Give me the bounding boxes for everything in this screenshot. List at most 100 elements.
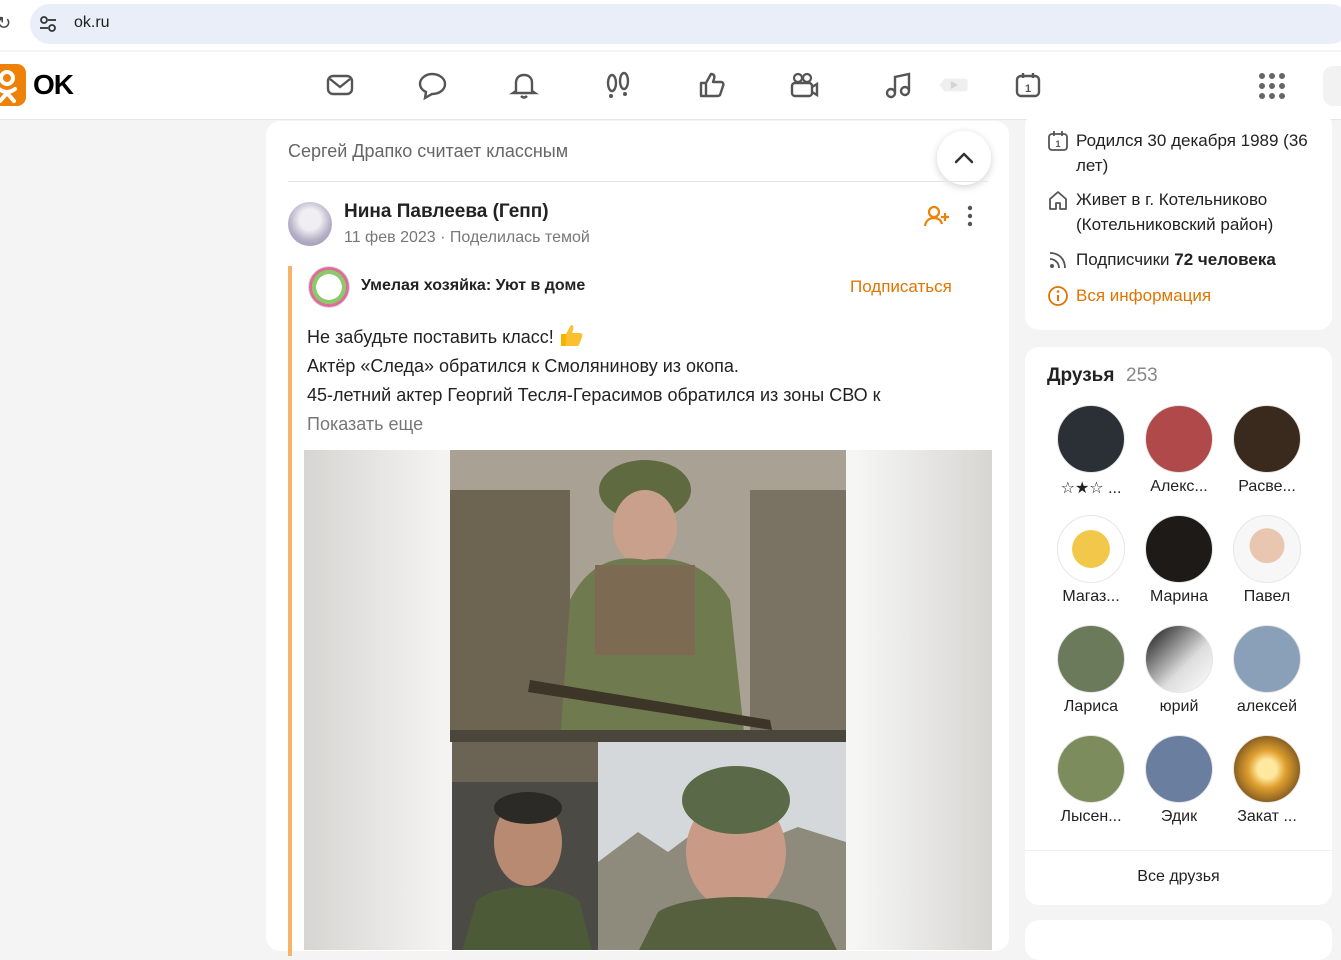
- post-photo-main[interactable]: [450, 450, 846, 742]
- svg-text:1: 1: [1055, 139, 1060, 149]
- friend-avatar[interactable]: [1145, 735, 1213, 803]
- friend-name[interactable]: алексей: [1227, 698, 1307, 716]
- friend-item[interactable]: алексей: [1227, 625, 1307, 716]
- friend-name[interactable]: юрий: [1139, 698, 1219, 716]
- friend-name[interactable]: Расве...: [1227, 478, 1307, 496]
- rss-icon: [1049, 252, 1066, 269]
- post-text-line: Не забудьте поставить класс!: [307, 322, 880, 352]
- address-bar[interactable]: ok.ru: [30, 4, 1341, 44]
- post-meta: 11 фев 2023 · Поделилась темой: [344, 229, 590, 247]
- post-text-line-1: Не забудьте поставить класс!: [307, 327, 554, 347]
- friend-avatar[interactable]: [1057, 515, 1125, 583]
- subscribers-count[interactable]: 72 человека: [1174, 250, 1276, 269]
- apps-grid-icon[interactable]: [1258, 72, 1286, 100]
- friend-item[interactable]: Алекс...: [1139, 405, 1219, 496]
- friend-item[interactable]: юрий: [1139, 625, 1219, 716]
- friend-name[interactable]: Магаз...: [1051, 588, 1131, 606]
- info-subscribers-text[interactable]: Подписчики 72 человека: [1076, 247, 1326, 272]
- post-photo-left[interactable]: [452, 742, 598, 950]
- friend-avatar[interactable]: [1233, 625, 1301, 693]
- friend-avatar[interactable]: [1057, 735, 1125, 803]
- likes-line[interactable]: Сергей Драпко считает классным: [288, 141, 568, 162]
- author-avatar[interactable]: [288, 202, 332, 246]
- friends-title[interactable]: Друзья: [1047, 365, 1114, 387]
- all-friends-link[interactable]: Все друзья: [1025, 868, 1332, 886]
- friend-avatar[interactable]: [1145, 515, 1213, 583]
- likes-icon[interactable]: [696, 69, 728, 101]
- post-photo-right[interactable]: [598, 742, 846, 950]
- friend-name[interactable]: Алекс...: [1139, 478, 1219, 496]
- collapse-button[interactable]: [937, 131, 991, 185]
- friend-name[interactable]: ☆★☆ ...: [1051, 478, 1131, 498]
- friend-avatar[interactable]: [1233, 405, 1301, 473]
- subscribers-label: Подписчики: [1076, 250, 1170, 269]
- calendar-icon: 1: [1048, 131, 1068, 151]
- friend-name[interactable]: Марина: [1139, 588, 1219, 606]
- post-text: Не забудьте поставить класс! Актёр «След…: [307, 322, 880, 410]
- reload-icon[interactable]: ↻: [0, 13, 11, 34]
- group-avatar[interactable]: [308, 266, 350, 308]
- info-icon: [1048, 286, 1068, 306]
- friend-name[interactable]: Закат ...: [1227, 808, 1307, 826]
- friend-name[interactable]: Эдик: [1139, 808, 1219, 826]
- more-vertical-icon[interactable]: [966, 205, 974, 227]
- svg-text:1: 1: [1025, 83, 1031, 95]
- video-icon[interactable]: [788, 69, 820, 101]
- divider: [288, 181, 988, 182]
- friend-name[interactable]: Павел: [1227, 588, 1307, 606]
- feed-card: Сергей Драпко считает классным Нина Павл…: [266, 121, 1009, 956]
- divider: [1025, 850, 1332, 851]
- friend-avatar[interactable]: [1233, 515, 1301, 583]
- calendar-icon[interactable]: 1: [1012, 69, 1044, 101]
- friend-item[interactable]: Лысен...: [1051, 735, 1131, 826]
- chevron-up-icon: [954, 152, 974, 164]
- shared-topic: Умелая хозяйка: Уют в доме Подписаться Н…: [288, 266, 994, 956]
- friend-item[interactable]: Эдик: [1139, 735, 1219, 826]
- friends-count[interactable]: 253: [1126, 365, 1158, 387]
- header-profile-pill[interactable]: [1323, 66, 1341, 106]
- show-more-link[interactable]: Показать еще: [307, 414, 423, 435]
- author-name[interactable]: Нина Павлеева (Гепп): [344, 201, 549, 223]
- info-birthday-text: Родился 30 декабря 1989 (36 лет): [1076, 131, 1308, 175]
- thumbs-up-emoji-icon: [560, 325, 583, 346]
- messages-icon[interactable]: [324, 69, 356, 101]
- friend-avatar[interactable]: [1057, 405, 1125, 473]
- friend-item[interactable]: Расве...: [1227, 405, 1307, 496]
- group-name[interactable]: Умелая хозяйка: Уют в доме: [361, 277, 585, 295]
- play-icon[interactable]: [938, 69, 978, 101]
- friend-avatar[interactable]: [1233, 735, 1301, 803]
- all-info-link[interactable]: Вся информация: [1076, 283, 1326, 308]
- friend-item[interactable]: Марина: [1139, 515, 1219, 606]
- friend-item[interactable]: ☆★☆ ...: [1051, 405, 1131, 498]
- friend-item[interactable]: Павел: [1227, 515, 1307, 606]
- friend-item[interactable]: Магаз...: [1051, 515, 1131, 606]
- info-city-text: Живет в г. Котельниково (Котельниковский…: [1076, 190, 1274, 234]
- guests-icon[interactable]: [602, 69, 634, 101]
- post-date[interactable]: 11 фев 2023: [344, 229, 436, 246]
- browser-toolbar: ↻ ok.ru: [0, 0, 1341, 50]
- notifications-icon[interactable]: [508, 69, 540, 101]
- friends-card: Друзья 253 ☆★☆ ... Алекс... Расве... Маг…: [1025, 347, 1332, 905]
- post-photo-collage[interactable]: [304, 450, 992, 950]
- post-text-line-2: Актёр «Следа» обратился к Смолянинову из…: [307, 356, 739, 376]
- subscribe-button[interactable]: Подписаться: [850, 277, 952, 297]
- friend-avatar[interactable]: [1145, 625, 1213, 693]
- ok-logo-icon[interactable]: [0, 64, 26, 106]
- friend-item[interactable]: Закат ...: [1227, 735, 1307, 826]
- friend-item[interactable]: Лариса: [1051, 625, 1131, 716]
- post-text-line-3: 45-летний актер Георгий Тесля-Герасимов …: [307, 385, 881, 405]
- friend-avatar[interactable]: [1145, 405, 1213, 473]
- next-sidebar-card: [1025, 920, 1332, 960]
- home-icon: [1049, 191, 1067, 210]
- music-icon[interactable]: [882, 69, 914, 101]
- logo-text[interactable]: OK: [33, 69, 74, 101]
- friend-name[interactable]: Лысен...: [1051, 808, 1131, 826]
- friend-avatar[interactable]: [1057, 625, 1125, 693]
- post-action: Поделилась темой: [449, 229, 590, 246]
- url-text[interactable]: ok.ru: [74, 14, 110, 32]
- site-header: OK 1: [0, 52, 1341, 120]
- friend-name[interactable]: Лариса: [1051, 698, 1131, 716]
- add-friend-icon[interactable]: [924, 204, 950, 228]
- site-settings-icon[interactable]: [38, 14, 58, 34]
- discussions-icon[interactable]: [416, 69, 448, 101]
